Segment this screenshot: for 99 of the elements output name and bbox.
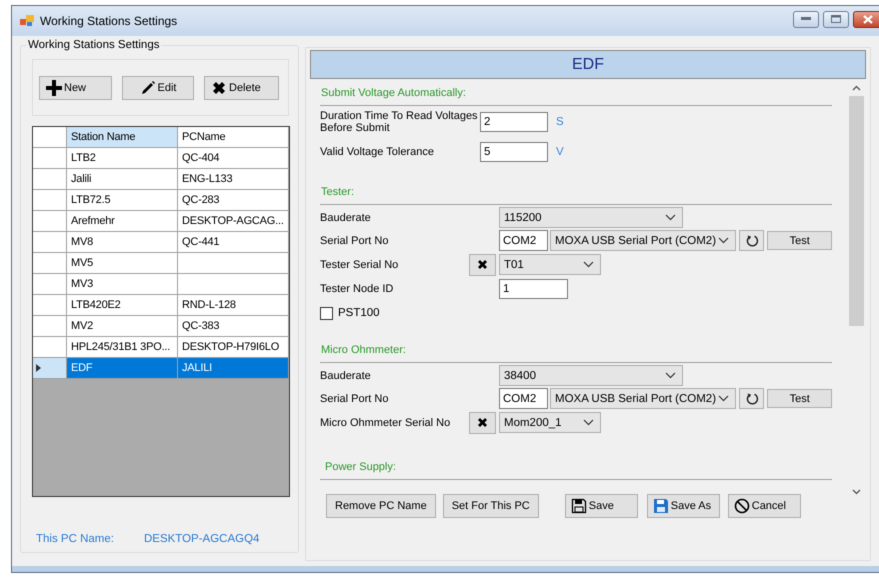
refresh-icon [744, 392, 759, 406]
cancel-icon [734, 498, 750, 514]
table-cell[interactable]: HPL245/31B1 3PO... [67, 337, 178, 358]
table-cell[interactable] [178, 253, 289, 274]
table-cell[interactable]: QC-383 [178, 316, 289, 337]
action-button[interactable]: Set For This PC [442, 494, 539, 518]
action-button[interactable]: Cancel [728, 494, 801, 518]
refresh-button[interactable] [739, 388, 764, 409]
test-button[interactable]: Test [767, 389, 832, 408]
pc-name-value: DESKTOP-AGCAGQ4 [144, 533, 260, 545]
input-field[interactable]: 2 [480, 112, 548, 132]
table-cell[interactable]: QC-283 [178, 190, 289, 211]
toolbar-button[interactable]: New [39, 76, 112, 100]
dropdown[interactable]: Mom200_1 [499, 412, 601, 433]
chevron-down-icon [718, 237, 729, 244]
field-label: Bauderate [320, 370, 372, 382]
test-button[interactable]: Test [767, 231, 832, 250]
toolbar-button[interactable]: Delete [204, 76, 279, 100]
refresh-button[interactable] [739, 230, 764, 251]
dropdown[interactable]: MOXA USB Serial Port (COM2) [550, 230, 736, 251]
toolbar-button[interactable]: Edit [122, 76, 194, 100]
maximize-button[interactable] [823, 10, 849, 28]
table-cell[interactable]: ENG-L133 [178, 169, 289, 190]
column-header[interactable]: PCName [178, 127, 289, 148]
minimize-icon [801, 17, 811, 21]
input-field[interactable]: COM2 [499, 230, 548, 251]
clear-button[interactable] [469, 254, 496, 276]
column-header[interactable]: Station Name [67, 127, 178, 148]
table-cell[interactable]: DESKTOP-AGCAG... [178, 211, 289, 232]
row-header[interactable] [33, 358, 67, 379]
input-field[interactable]: 1 [499, 278, 568, 298]
cross-icon [477, 417, 488, 428]
checkbox-label[interactable]: PST100 [338, 307, 380, 319]
table-cell[interactable]: RND-L-128 [178, 295, 289, 316]
row-pointer-icon [36, 364, 41, 372]
chevron-down-icon [665, 372, 676, 379]
table-cell[interactable]: MV3 [67, 274, 178, 295]
field-label: Serial Port No [320, 392, 390, 404]
scroll-thumb[interactable] [849, 96, 864, 326]
station-header: EDF [310, 50, 866, 79]
field-label: Serial Port No [320, 234, 390, 246]
field-label: Micro Ohmmeter Serial No [320, 416, 452, 428]
close-icon [863, 14, 873, 24]
table-cell[interactable]: MV8 [67, 232, 178, 253]
checkbox[interactable] [320, 306, 333, 320]
group-title: Working Stations Settings [27, 39, 160, 51]
action-button[interactable]: Save As [646, 494, 720, 518]
clear-button[interactable] [469, 412, 496, 434]
table-cell[interactable]: EDF [67, 358, 178, 379]
plus-icon [46, 80, 62, 96]
refresh-icon [744, 234, 759, 248]
dropdown[interactable]: MOXA USB Serial Port (COM2) [550, 388, 736, 409]
scroll-up-icon[interactable] [852, 85, 861, 91]
pc-name-label: This PC Name: [36, 533, 114, 545]
unit-label: V [556, 146, 564, 158]
unit-label: S [556, 116, 564, 128]
action-button[interactable]: Remove PC Name [326, 494, 436, 518]
field-label: Bauderate [320, 212, 372, 224]
section-title: Tester: [320, 186, 356, 200]
field-label: Tester Node ID [320, 282, 394, 294]
dropdown[interactable]: T01 [499, 254, 601, 275]
cross-icon [477, 259, 488, 270]
table-cell[interactable]: LTB72.5 [67, 190, 178, 211]
section-title: Power Supply: [324, 461, 397, 475]
table-cell[interactable]: QC-441 [178, 232, 289, 253]
action-button[interactable]: Save [564, 494, 638, 518]
app-icon [20, 15, 34, 27]
table-cell[interactable]: Jalili [67, 169, 178, 190]
table-cell[interactable]: MV5 [67, 253, 178, 274]
floppy-icon [570, 498, 587, 514]
window-title: Working Stations Settings [40, 14, 178, 28]
input-field[interactable]: COM2 [499, 388, 548, 409]
close-button[interactable] [853, 10, 879, 28]
chevron-down-icon [665, 214, 676, 221]
cross-icon [211, 80, 227, 96]
chevron-down-icon [718, 395, 729, 402]
maximize-icon [831, 15, 841, 23]
dropdown[interactable]: 115200 [499, 207, 683, 228]
scroll-down-icon[interactable] [852, 489, 861, 495]
pencil-icon [140, 80, 156, 96]
floppy-icon [652, 498, 669, 514]
table-cell[interactable]: Arefmehr [67, 211, 178, 232]
table-cell[interactable]: JALILI [178, 358, 289, 379]
minimize-button[interactable] [793, 10, 819, 28]
table-cell[interactable]: LTB420E2 [67, 295, 178, 316]
input-field[interactable]: 5 [480, 142, 548, 162]
section-title: Submit Voltage Automatically: [320, 87, 467, 101]
dropdown[interactable]: 38400 [499, 365, 683, 386]
table-cell[interactable]: QC-404 [178, 148, 289, 169]
chevron-down-icon [583, 261, 594, 268]
table-cell[interactable]: DESKTOP-H79I6LO [178, 337, 289, 358]
chevron-down-icon [583, 419, 594, 426]
field-label: Tester Serial No [320, 258, 400, 270]
section-title: Micro Ohmmeter: [320, 344, 407, 358]
field-label: Duration Time To Read Voltages Before Submit [320, 110, 479, 134]
table-cell[interactable] [178, 274, 289, 295]
table-cell[interactable]: LTB2 [67, 148, 178, 169]
table-cell[interactable]: MV2 [67, 316, 178, 337]
field-label: Valid Voltage Tolerance [320, 146, 435, 158]
